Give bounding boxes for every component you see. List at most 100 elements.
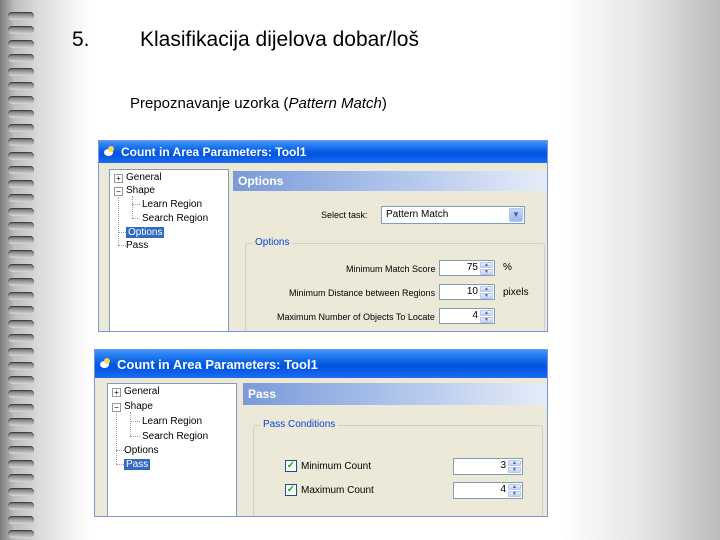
binder-hole-icon <box>8 446 34 454</box>
binder-holes <box>8 0 38 540</box>
spin-arrow-icon[interactable]: ▼ <box>480 317 493 323</box>
tree-item-learn-region[interactable]: Learn Region <box>142 199 202 210</box>
options-dialog-tree: + General − Shape Learn Region Search Re… <box>109 169 229 331</box>
binder-hole-icon <box>8 40 34 48</box>
tree-connector <box>118 245 126 246</box>
tree-item-learn-region[interactable]: Learn Region <box>142 416 202 427</box>
spin-arrow-icon[interactable]: ▼ <box>508 491 521 497</box>
tree-item-general[interactable]: General <box>124 386 160 397</box>
binder-hole-icon <box>8 348 34 356</box>
tree-collapse-icon[interactable]: − <box>112 403 121 412</box>
minimum-count-spinner[interactable]: ▲ ▼ <box>508 460 521 473</box>
binder-hole-icon <box>8 96 34 104</box>
binder-hole-icon <box>8 12 34 20</box>
binder-hole-icon <box>8 376 34 384</box>
max-objects-value: 4 <box>472 310 478 321</box>
min-distance-spinner[interactable]: ▲ ▼ <box>480 286 493 299</box>
pass-conditions-group-label: Pass Conditions <box>260 419 339 430</box>
min-match-score-spinner[interactable]: ▲ ▼ <box>480 262 493 275</box>
binder-hole-icon <box>8 530 34 538</box>
options-group-label: Options <box>252 237 293 248</box>
binder-hole-icon <box>8 432 34 440</box>
binder-hole-icon <box>8 222 34 230</box>
tree-expand-icon[interactable]: + <box>114 174 123 183</box>
tree-collapse-icon[interactable]: − <box>114 187 123 196</box>
tree-connector <box>130 421 140 422</box>
maximum-count-value: 4 <box>500 484 506 495</box>
binder-hole-icon <box>8 180 34 188</box>
binder-hole-icon <box>8 474 34 482</box>
spin-arrow-icon[interactable]: ▼ <box>480 293 493 299</box>
subtitle-italic: Pattern Match <box>288 95 382 112</box>
options-dialog-titlebar[interactable]: Count in Area Parameters: Tool1 <box>99 141 547 163</box>
tree-item-search-region[interactable]: Search Region <box>142 213 208 224</box>
pass-dialog-title: Count in Area Parameters: Tool1 <box>117 356 318 372</box>
maximum-count-checkbox[interactable]: ✓ <box>285 484 297 496</box>
binder-hole-icon <box>8 138 34 146</box>
binder-hole-icon <box>8 306 34 314</box>
maximum-count-input[interactable]: 4 ▲ ▼ <box>453 482 523 499</box>
tree-item-options[interactable]: Options <box>124 445 158 456</box>
tree-item-search-region[interactable]: Search Region <box>142 431 208 442</box>
tree-connector <box>118 197 119 245</box>
spin-arrow-icon[interactable]: ▼ <box>480 269 493 275</box>
min-distance-input[interactable]: 10 ▲ ▼ <box>439 284 495 300</box>
tree-item-pass[interactable]: Pass <box>124 459 151 470</box>
options-panel-header: Options <box>233 171 547 191</box>
dropdown-arrow-icon[interactable]: ▼ <box>509 208 523 222</box>
binder-hole-icon <box>8 110 34 118</box>
minimum-count-input[interactable]: 3 ▲ ▼ <box>453 458 523 475</box>
min-match-score-label: Minimum Match Score <box>346 264 436 274</box>
tree-item-options[interactable]: Options <box>126 227 165 238</box>
binder-hole-icon <box>8 152 34 160</box>
max-objects-input[interactable]: 4 ▲ ▼ <box>439 308 495 324</box>
spin-arrow-icon[interactable]: ▲ <box>480 310 493 316</box>
tree-item-shape[interactable]: Shape <box>124 401 153 412</box>
pass-dialog-titlebar[interactable]: Count in Area Parameters: Tool1 <box>95 350 547 378</box>
tree-item-pass[interactable]: Pass <box>126 240 148 251</box>
min-distance-value: 10 <box>466 286 478 297</box>
binder-hole-icon <box>8 418 34 426</box>
binder-hole-icon <box>8 292 34 300</box>
tree-connector <box>116 450 124 451</box>
binder-hole-icon <box>8 166 34 174</box>
binder-hole-icon <box>8 362 34 370</box>
tree-connector <box>132 196 133 218</box>
slide-subtitle: Prepoznavanje uzorka (Pattern Match) <box>130 95 387 112</box>
minimum-count-label: Minimum Count <box>301 461 372 472</box>
spin-arrow-icon[interactable]: ▼ <box>508 467 521 473</box>
max-objects-label: Maximum Number of Objects To Locate <box>277 312 435 322</box>
spin-arrow-icon[interactable]: ▲ <box>480 286 493 292</box>
maximum-count-spinner[interactable]: ▲ ▼ <box>508 484 521 497</box>
min-match-score-value: 75 <box>466 262 478 273</box>
binder-hole-icon <box>8 236 34 244</box>
select-task-dropdown[interactable]: Pattern Match ▼ <box>381 206 525 224</box>
min-match-score-input[interactable]: 75 ▲ ▼ <box>439 260 495 276</box>
spin-arrow-icon[interactable]: ▲ <box>480 262 493 268</box>
binder-hole-icon <box>8 502 34 510</box>
binder-hole-icon <box>8 488 34 496</box>
binder-hole-icon <box>8 68 34 76</box>
tree-expand-icon[interactable]: + <box>112 388 121 397</box>
tree-connector <box>118 232 126 233</box>
binder-hole-icon <box>8 390 34 398</box>
binder-hole-icon <box>8 124 34 132</box>
tree-item-general[interactable]: General <box>126 172 162 183</box>
tree-connector <box>132 218 140 219</box>
max-objects-spinner[interactable]: ▲ ▼ <box>480 310 493 323</box>
min-distance-label: Minimum Distance between Regions <box>289 288 436 298</box>
tree-connector <box>116 413 117 464</box>
binder-hole-icon <box>8 54 34 62</box>
slide-number: 5. <box>72 28 90 51</box>
app-window-icon <box>103 146 115 158</box>
min-distance-unit: pixels <box>503 287 529 298</box>
minimum-count-checkbox[interactable]: ✓ <box>285 460 297 472</box>
app-window-icon <box>99 358 111 370</box>
spin-arrow-icon[interactable]: ▲ <box>508 460 521 466</box>
binder-hole-icon <box>8 334 34 342</box>
binder-hole-icon <box>8 320 34 328</box>
binder-hole-icon <box>8 278 34 286</box>
binder-hole-icon <box>8 194 34 202</box>
spin-arrow-icon[interactable]: ▲ <box>508 484 521 490</box>
tree-item-shape[interactable]: Shape <box>126 185 155 196</box>
